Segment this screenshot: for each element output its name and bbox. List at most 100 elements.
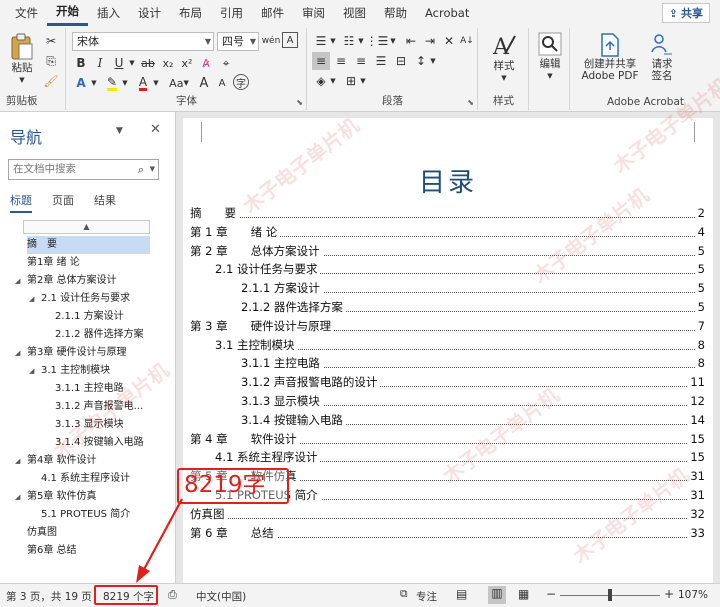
create-pdf-button[interactable]: 创建并共享 Adobe PDF <box>577 32 643 82</box>
document-page[interactable]: 目录 摘 要2第 1 章 绪 论4第 2 章 总体方案设计 5 2.1 设计任务与要… <box>183 118 713 583</box>
ribbon-tab[interactable]: 设计 <box>129 0 170 26</box>
page-indicator[interactable]: 第 3 页，共 19 页 <box>6 589 92 604</box>
collapse-all-bar[interactable]: ▲ <box>23 220 150 234</box>
ribbon-tab[interactable]: 邮件 <box>252 0 293 26</box>
ribbon-tab[interactable]: 开始 <box>47 0 88 26</box>
numbering-dropdown[interactable]: ▼ <box>356 32 366 50</box>
ribbon-tab[interactable]: 审阅 <box>293 0 334 26</box>
ribbon-tab[interactable]: 帮助 <box>375 0 416 26</box>
language-indicator[interactable]: 中文(中国) <box>196 589 246 604</box>
toc-entry[interactable]: 第 1 章 绪 论 4 <box>190 222 705 241</box>
nav-heading-item[interactable]: 2.1.1 方案设计 <box>55 308 150 326</box>
underline-dropdown[interactable]: ▼ <box>127 54 137 72</box>
ribbon-tab[interactable]: 文件 <box>6 0 47 26</box>
expand-triangle-icon[interactable]: ◢ <box>15 452 20 470</box>
nav-heading-item[interactable]: 3.1.2 声音报警电... <box>55 398 150 416</box>
font-color-button[interactable]: A <box>134 74 152 92</box>
nav-heading-item[interactable]: 2.1.2 器件选择方案 <box>55 326 150 344</box>
toc-entry[interactable]: 2.1.1 方案设计 5 <box>241 279 705 298</box>
toc-entry[interactable]: 第 6 章 总结 33 <box>190 523 705 542</box>
dialog-launcher-icon[interactable]: ⬊ <box>296 98 303 107</box>
subscript-button[interactable]: x₂ <box>159 54 177 72</box>
nav-options-icon[interactable]: ▼ <box>116 126 123 136</box>
change-case-button[interactable]: Aa ▼ <box>167 74 191 92</box>
multilevel-dropdown[interactable]: ▼ <box>388 32 398 50</box>
expand-triangle-icon[interactable]: ◢ <box>15 344 20 362</box>
nav-heading-item[interactable]: ◢ 第2章 总体方案设计 <box>15 272 150 290</box>
zoom-in-icon[interactable]: + <box>664 587 674 601</box>
nav-heading-item[interactable]: ◢ 2.1 设计任务与要求 <box>29 290 150 308</box>
request-signature-button[interactable]: 请求 签名 <box>647 32 677 82</box>
ribbon-tab[interactable]: 引用 <box>211 0 252 26</box>
zoom-out-icon[interactable]: − <box>546 587 556 601</box>
focus-icon[interactable]: ⧉ <box>400 588 408 601</box>
expand-triangle-icon[interactable]: ◢ <box>15 272 20 290</box>
nav-tab[interactable]: 结果 <box>94 192 116 211</box>
nav-search-input[interactable]: 在文档中搜索 ⌕ ▼ <box>8 159 159 180</box>
copy-button[interactable]: ⎘ <box>42 52 60 70</box>
pinyin-guide-button[interactable]: wén <box>261 32 281 50</box>
ribbon-tab[interactable]: 视图 <box>334 0 375 26</box>
align-right-button[interactable]: ≡ <box>352 52 370 70</box>
superscript-button[interactable]: x² <box>178 54 196 72</box>
toc-entry[interactable]: 3.1.3 显示模块 12 <box>241 392 705 410</box>
nav-heading-item[interactable]: ◢ 3.1 主控制模块 <box>29 362 150 380</box>
dialog-launcher-icon[interactable]: ⬊ <box>467 98 474 107</box>
char-border-button[interactable]: A <box>282 32 298 48</box>
nav-tab[interactable]: 页面 <box>52 192 74 211</box>
read-mode-icon[interactable]: ▤ <box>456 587 467 601</box>
nav-tab[interactable]: 标题 <box>10 192 32 213</box>
styles-button[interactable]: A 样式 ▼ <box>485 32 523 84</box>
increase-indent-button[interactable]: ⇥ <box>421 32 439 50</box>
distribute-button[interactable]: ⊟ <box>392 52 410 70</box>
sort-button[interactable]: A↓ <box>458 32 476 50</box>
search-icon[interactable]: ⌕ <box>138 160 144 179</box>
toc-entry[interactable]: 第 2 章 总体方案设计 5 <box>190 241 705 260</box>
ribbon-tab[interactable]: 插入 <box>88 0 129 26</box>
bold-button[interactable]: B <box>72 54 90 72</box>
editing-button[interactable]: 编辑 ▼ <box>534 32 566 82</box>
toc-entry[interactable]: 2.1.2 器件选择方案 5 <box>241 298 705 316</box>
nav-heading-item[interactable]: ◢ 第4章 软件设计 <box>15 452 150 470</box>
enclose-char-button[interactable]: 字 <box>233 74 249 90</box>
text-effects-button[interactable]: A <box>72 74 90 92</box>
underline-button[interactable]: U <box>110 54 128 72</box>
multilevel-list-button[interactable]: ⋮☰ <box>366 32 389 50</box>
paste-button[interactable]: 粘贴 ▼ <box>6 32 38 86</box>
highlight-dropdown[interactable]: ▼ <box>120 74 130 92</box>
document-area[interactable]: 目录 摘 要2第 1 章 绪 论4第 2 章 总体方案设计 5 2.1 设计任务与要… <box>177 112 720 583</box>
toc-entry[interactable]: 3.1.1 主控电路 8 <box>241 354 705 373</box>
phonetic-button[interactable]: ⌖ <box>217 54 235 72</box>
font-name-combo[interactable]: 宋体 ▼ <box>72 32 214 51</box>
grow-font-button[interactable]: A <box>195 74 213 92</box>
toc-entry[interactable]: 4.1 系统主程序设计 15 <box>215 448 705 467</box>
expand-triangle-icon[interactable]: ◢ <box>29 290 34 308</box>
format-painter-button[interactable]: 🖌 <box>42 72 60 90</box>
toc-entry[interactable]: 3.1.4 按键输入电路 14 <box>241 410 705 429</box>
nav-heading-item[interactable]: 第1章 绪 论 <box>27 254 150 272</box>
nav-heading-item[interactable]: ◢ 第3章 硬件设计与原理 <box>15 344 150 362</box>
toc-entry[interactable]: 第 3 章 硬件设计与原理 7 <box>190 316 705 335</box>
align-center-button[interactable]: ≡ <box>332 52 350 70</box>
zoom-slider-thumb[interactable] <box>608 589 612 601</box>
shading-dropdown[interactable]: ▼ <box>328 72 338 90</box>
chevron-down-icon[interactable]: ▼ <box>150 160 155 179</box>
nav-heading-item[interactable]: 摘 要 <box>27 236 150 254</box>
close-icon[interactable]: ✕ <box>150 122 161 137</box>
cut-button[interactable]: ✂ <box>42 32 60 50</box>
shrink-font-button[interactable]: A <box>213 74 231 92</box>
toc-entry[interactable]: 3.1.2 声音报警电路的设计 11 <box>241 373 705 392</box>
proofing-icon[interactable]: ⎙ <box>168 588 177 602</box>
toc-entry[interactable]: 第 4 章 软件设计 15 <box>190 429 705 448</box>
bullets-dropdown[interactable]: ▼ <box>328 32 338 50</box>
toc-entry[interactable]: 2.1 设计任务与要求 5 <box>215 260 705 279</box>
justify-button[interactable]: ☰ <box>372 52 390 70</box>
zoom-level[interactable]: 107% <box>678 589 708 601</box>
expand-triangle-icon[interactable]: ◢ <box>29 362 34 380</box>
font-color-dropdown[interactable]: ▼ <box>151 74 161 92</box>
ribbon-tab[interactable]: Acrobat <box>416 0 478 26</box>
nav-heading-item[interactable]: 4.1 系统主程序设计 <box>41 470 150 488</box>
font-size-combo[interactable]: 四号 ▼ <box>217 32 259 51</box>
strikethrough-button[interactable]: ab <box>139 54 157 72</box>
align-left-button[interactable]: ≡ <box>312 52 330 70</box>
